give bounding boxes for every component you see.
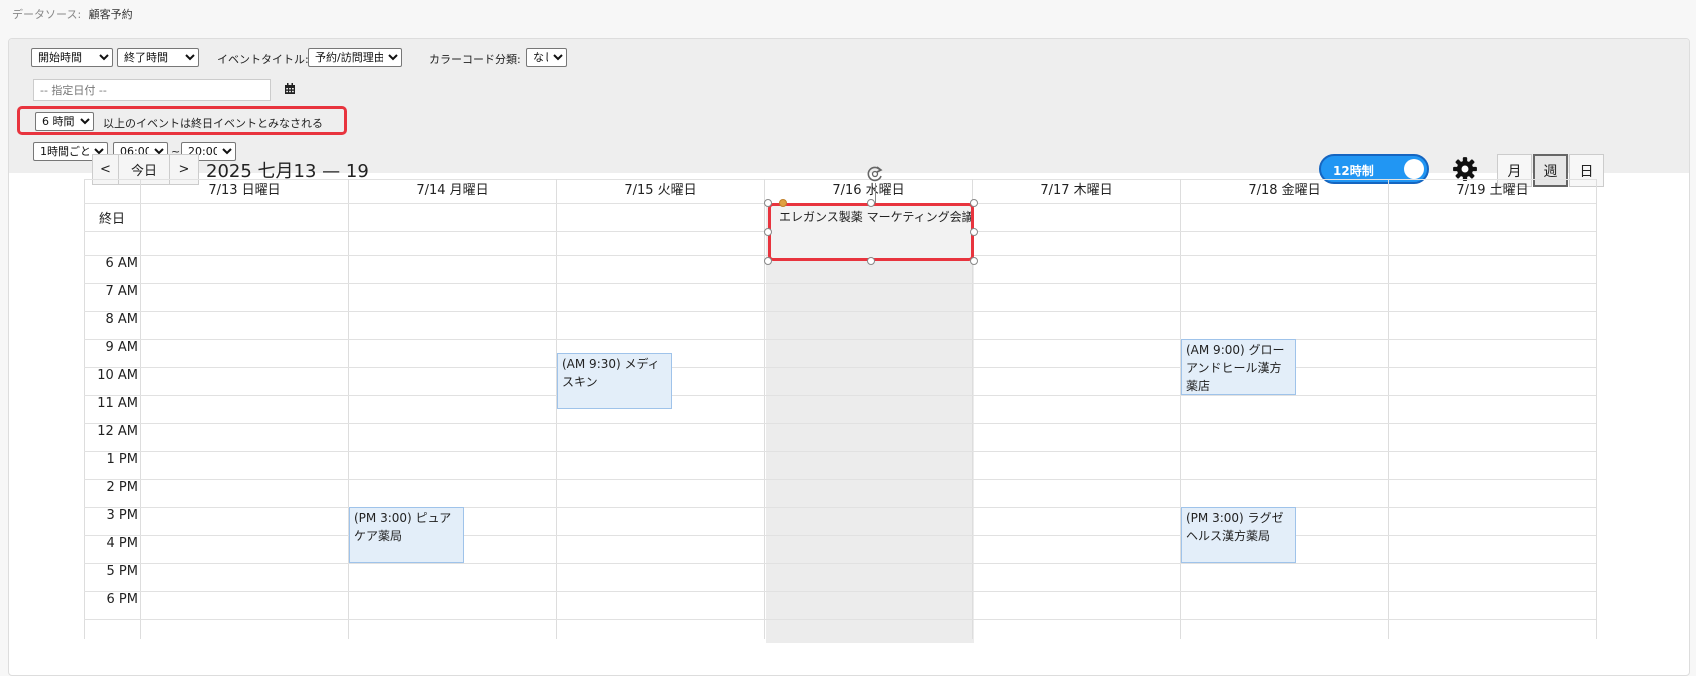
settings-area: 開始時間 終了時間 イベントタイトル: 予約/訪問理由 カラーコード分類: なし… xyxy=(9,39,1689,173)
grid-column-line xyxy=(140,179,141,639)
event-title-label: イベントタイトル: xyxy=(217,53,309,66)
allday-label: 終日 xyxy=(98,212,125,227)
allday-threshold-select[interactable]: 6 時間 xyxy=(35,112,94,131)
calendar-icon[interactable] xyxy=(284,83,296,95)
grid-row-line xyxy=(84,451,1596,452)
resize-handle[interactable] xyxy=(867,257,875,265)
grid-row-line xyxy=(84,339,1596,340)
datasource-header: データソース: 顧客予約 xyxy=(12,6,133,22)
allday-event[interactable]: エレガンス製薬 マーケティング会議 xyxy=(768,203,974,261)
hour-label: 3 PM xyxy=(106,508,138,523)
grid-row-line xyxy=(84,283,1596,284)
resize-handle[interactable] xyxy=(970,228,978,236)
hour-label: 4 PM xyxy=(106,536,138,551)
toggle-knob xyxy=(1404,159,1424,179)
week-calendar: 7/13 日曜日 7/14 月曜日 7/15 火曜日 7/16 水曜日 7/17 木曜日… xyxy=(84,166,1597,643)
hour-label: 5 PM xyxy=(106,564,138,579)
grid-column-line xyxy=(556,179,557,639)
resize-handle[interactable] xyxy=(970,257,978,265)
rotate-icon[interactable] xyxy=(865,164,885,184)
rotate-handle-line xyxy=(875,183,876,203)
grid-row-line xyxy=(84,367,1596,368)
hour-label: 2 PM xyxy=(106,480,138,495)
event-title-select[interactable]: 予約/訪問理由 xyxy=(308,48,402,67)
hour-label: 1 PM xyxy=(106,452,138,467)
hour-label: 10 AM xyxy=(97,368,138,383)
grid-column-line xyxy=(1180,179,1181,639)
grid-row-line xyxy=(84,479,1596,480)
grid-column-line xyxy=(348,179,349,639)
start-time-select[interactable]: 開始時間 xyxy=(31,48,113,67)
allday-event-title: エレガンス製薬 マーケティング会議 xyxy=(779,210,974,224)
hour-label: 8 AM xyxy=(105,312,138,327)
grid-row-line xyxy=(84,507,1596,508)
hour-label: 7 AM xyxy=(105,284,138,299)
day-header[interactable]: 7/19 土曜日 xyxy=(1388,179,1596,203)
hour-label: 11 AM xyxy=(97,396,138,411)
datasource-value: 顧客予約 xyxy=(88,8,133,21)
hour-label: 12 AM xyxy=(97,424,138,439)
calendar-event[interactable]: (AM 9:00) グローアンドヒール漢方薬店 xyxy=(1181,339,1296,395)
grid-row-line xyxy=(84,311,1596,312)
resize-handle[interactable] xyxy=(764,257,772,265)
day-header[interactable]: 7/13 日曜日 xyxy=(140,179,348,203)
allday-threshold-text: 以上のイベントは終日イベントとみなされる xyxy=(103,117,323,130)
resize-handle[interactable] xyxy=(867,199,875,207)
datasource-label: データソース: xyxy=(12,8,82,21)
resize-handle[interactable] xyxy=(764,228,772,236)
color-code-select[interactable]: なし xyxy=(526,48,567,67)
grid-row-line xyxy=(84,535,1596,536)
toggle-label: 12時制 xyxy=(1333,164,1374,178)
calendar-event[interactable]: (AM 9:30) メディスキン xyxy=(557,353,672,409)
resize-handle[interactable] xyxy=(764,199,772,207)
grid-row-line xyxy=(84,395,1596,396)
calendar-event[interactable]: (PM 3:00) ピュアケア薬局 xyxy=(349,507,464,563)
grid-row-line xyxy=(84,619,1596,620)
resize-handle[interactable] xyxy=(779,199,787,207)
hour-label: 6 PM xyxy=(106,592,138,607)
resize-handle[interactable] xyxy=(970,199,978,207)
grid-row-line xyxy=(84,423,1596,424)
grid-row-line xyxy=(84,591,1596,592)
end-time-select[interactable]: 終了時間 xyxy=(117,48,199,67)
grid-row-line xyxy=(84,563,1596,564)
grid-column-line xyxy=(1388,179,1389,639)
day-header[interactable]: 7/17 木曜日 xyxy=(972,179,1180,203)
day-header[interactable]: 7/18 金曜日 xyxy=(1180,179,1388,203)
grid-column-line xyxy=(1596,179,1597,639)
hour-label: 6 AM xyxy=(105,256,138,271)
color-code-label: カラーコード分類: xyxy=(429,53,521,66)
day-header[interactable]: 7/14 月曜日 xyxy=(348,179,556,203)
grid-column-line xyxy=(764,179,765,639)
hour-label: 9 AM xyxy=(105,340,138,355)
day-header[interactable]: 7/15 火曜日 xyxy=(556,179,764,203)
date-input[interactable] xyxy=(33,79,271,101)
calendar-event[interactable]: (PM 3:00) ラグゼヘルス漢方薬局 xyxy=(1181,507,1296,563)
